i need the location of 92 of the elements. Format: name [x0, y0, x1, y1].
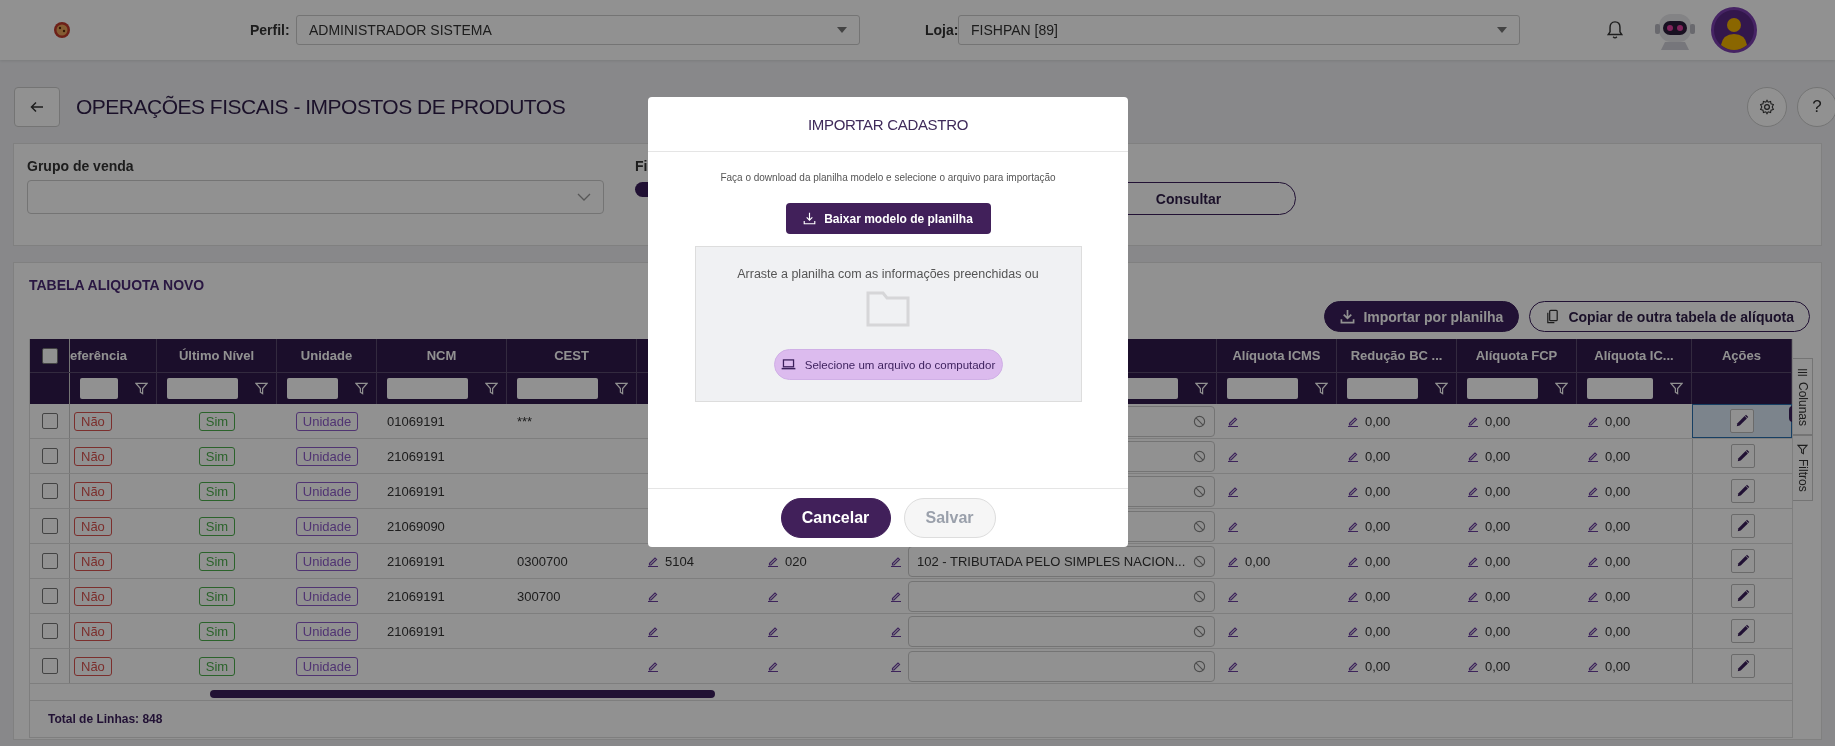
table-cell: 0,00 [1605, 518, 1631, 534]
import-button[interactable]: Importar por planilha [1324, 301, 1520, 332]
status-tag: Não [74, 586, 112, 606]
side-tab[interactable]: Colunas [1793, 358, 1813, 436]
status-tag: Sim [198, 481, 236, 501]
status-tag: Unidade [295, 481, 359, 501]
status-tag: Não [74, 621, 112, 641]
status-tag: Unidade [295, 516, 359, 536]
table-cell: 21069090 [387, 518, 445, 534]
status-tag: Não [74, 516, 112, 536]
download-template-button[interactable]: Baixar modelo de planilha [785, 203, 991, 234]
table-cell: 0300700 [517, 553, 568, 569]
column-header[interactable]: Alíquota FCP [1475, 348, 1558, 363]
table-cell: 0,00 [1605, 658, 1631, 674]
status-tag: Unidade [295, 446, 359, 466]
status-tag: Unidade [295, 586, 359, 606]
status-tag: Não [74, 656, 112, 676]
table-cell: 0,00 [1365, 413, 1391, 429]
status-tag: Não [74, 481, 112, 501]
table-cell: 0,00 [1365, 623, 1391, 639]
table-cell: 020 [785, 553, 807, 569]
status-tag: Sim [198, 551, 236, 571]
column-header[interactable]: Alíquota ICMS [1232, 348, 1321, 363]
column-header[interactable]: CEST [554, 348, 589, 363]
side-tab[interactable]: Filtros [1793, 435, 1813, 501]
column-header[interactable]: Alíquota IC... [1594, 348, 1674, 363]
column-header[interactable]: NCM [426, 348, 457, 363]
help-button[interactable]: ? [1797, 87, 1835, 127]
table-cell: 0,00 [1605, 553, 1631, 569]
table-cell: 0,00 [1605, 588, 1631, 604]
drop-zone-text: Arraste a planilha com as informações preenchidas ou [737, 267, 1039, 281]
status-tag: Sim [198, 516, 236, 536]
table-cell: 0,00 [1365, 658, 1391, 674]
table-cell: *** [517, 413, 533, 429]
table-cell: 0,00 [1605, 413, 1631, 429]
table-cell: 0,00 [1485, 413, 1511, 429]
table-cell: 0,00 [1365, 553, 1391, 569]
table-cell: 21069191 [387, 588, 445, 604]
column-header[interactable]: eferência [70, 348, 128, 363]
table-cell: 21069191 [387, 483, 445, 499]
table-cell: 300700 [517, 588, 561, 604]
filter-label: Fi [635, 158, 649, 174]
status-tag: Sim [198, 656, 236, 676]
table-cell: 0,00 [1605, 623, 1631, 639]
table-cell: 0,00 [1605, 448, 1631, 464]
table-cell: 21069191 [387, 553, 445, 569]
table-cell: 21069191 [387, 623, 445, 639]
column-header[interactable]: Último Nível [178, 348, 255, 363]
status-tag: Unidade [295, 411, 359, 431]
status-tag: Sim [198, 446, 236, 466]
store-select[interactable]: FISHPAN [89] [958, 15, 1520, 45]
table-cell: 0,00 [1485, 658, 1511, 674]
status-tag: Não [74, 551, 112, 571]
table-cell: 0,00 [1365, 448, 1391, 464]
store-label: Loja: [925, 22, 958, 38]
cancel-button[interactable]: Cancelar [780, 498, 891, 538]
status-tag: Não [74, 446, 112, 466]
instruction-text: Faça o download da planilha modelo e selecione o arquivo para importação [720, 172, 1056, 183]
status-tag: Não [74, 411, 112, 431]
table-cell: 0,00 [1485, 588, 1511, 604]
table-cell: 0,00 [1485, 623, 1511, 639]
sales-group-label: Grupo de venda [27, 158, 135, 174]
column-header[interactable]: Redução BC ... [1350, 348, 1443, 363]
column-header[interactable]: Unidade [300, 348, 353, 363]
column-header[interactable]: Ações [1722, 348, 1761, 363]
table-cell: 0,00 [1485, 518, 1511, 534]
table-cell: 0,00 [1245, 553, 1271, 569]
table-cell: 0,00 [1365, 518, 1391, 534]
status-tag: Sim [198, 621, 236, 641]
copy-button[interactable]: Copiar de outra tabela de alíquota [1529, 301, 1810, 332]
status-tag: Sim [198, 411, 236, 431]
table-cell: 0,00 [1485, 448, 1511, 464]
status-tag: Unidade [295, 621, 359, 641]
select-file-button[interactable]: Selecione um arquivo do computador [773, 349, 1003, 380]
table-cell: 0,00 [1485, 553, 1511, 569]
status-tag: Unidade [295, 656, 359, 676]
table-title: TABELA ALIQUOTA NOVO [29, 277, 206, 295]
status-tag: Sim [198, 586, 236, 606]
table-cell: 21069191 [387, 448, 445, 464]
table-cell: 01069191 [387, 413, 445, 429]
table-cell: 0,00 [1365, 483, 1391, 499]
table-cell: 5104 [665, 553, 694, 569]
drop-zone[interactable]: Arraste a planilha com as informações preenchidas ou Selecione um arquivo do computador [694, 246, 1082, 402]
table-cell: 0,00 [1605, 483, 1631, 499]
status-tag: Unidade [295, 551, 359, 571]
page-title: OPERAÇÕES FISCAIS - IMPOSTOS DE PRODUTOS [76, 95, 566, 119]
profile-select[interactable]: ADMINISTRADOR SISTEMA [296, 15, 860, 45]
table-cell: 0,00 [1485, 483, 1511, 499]
profile-label: Perfil: [250, 22, 291, 38]
row-count: Total de Linhas: 848 [48, 712, 163, 726]
table-cell: 0,00 [1365, 588, 1391, 604]
dialog-title: IMPORTAR CADASTRO [807, 115, 969, 133]
